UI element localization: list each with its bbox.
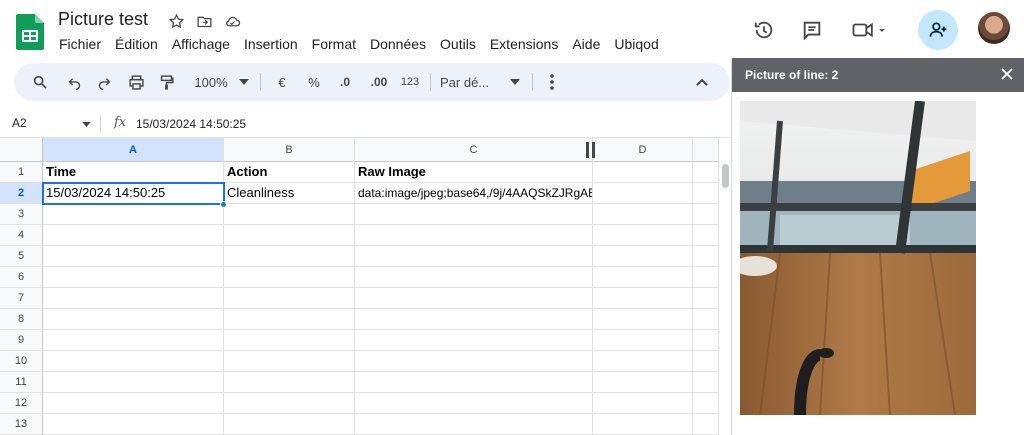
row-header[interactable]: 2 xyxy=(0,183,43,204)
header-actions xyxy=(734,10,1024,50)
panel-header: Picture of line: 2 xyxy=(732,58,1024,92)
row-header[interactable]: 7 xyxy=(0,288,43,309)
cloud-status-icon[interactable] xyxy=(222,11,242,31)
menu-extensions[interactable]: Extensions xyxy=(483,36,565,52)
zoom-select[interactable]: 100% xyxy=(188,63,234,101)
empty-cells-a[interactable] xyxy=(43,204,224,435)
currency-format-button[interactable]: € xyxy=(272,63,292,101)
active-cell-selection xyxy=(42,182,225,205)
menu-bar: Fichier Édition Affichage Insertion Form… xyxy=(52,36,666,52)
picture-side-panel: Picture of line: 2 xyxy=(731,58,1024,435)
row-header[interactable]: 5 xyxy=(0,246,43,267)
cell-b2[interactable]: Cleanliness xyxy=(224,183,355,204)
collapse-menus-icon[interactable] xyxy=(690,63,714,101)
name-box[interactable]: A2 xyxy=(12,116,27,130)
document-title[interactable]: Picture test xyxy=(58,9,148,30)
empty-cells-c[interactable] xyxy=(355,204,593,435)
panel-title: Picture of line: 2 xyxy=(745,68,839,82)
scrollbar-thumb[interactable] xyxy=(722,164,729,188)
cell-c1[interactable]: Raw Image xyxy=(355,162,593,183)
sheets-logo-icon[interactable] xyxy=(16,14,44,50)
cell-b1[interactable]: Action xyxy=(224,162,355,183)
row-header[interactable]: 10 xyxy=(0,351,43,372)
meet-icon[interactable] xyxy=(850,18,890,42)
star-icon[interactable] xyxy=(166,11,186,31)
search-menus-icon[interactable] xyxy=(28,63,52,101)
fill-handle[interactable] xyxy=(220,201,227,208)
comments-icon[interactable] xyxy=(800,18,824,42)
column-header-b[interactable]: B xyxy=(224,138,355,162)
name-box-caret-icon[interactable] xyxy=(82,120,91,129)
font-select[interactable]: Par dé... xyxy=(440,63,502,101)
row-header[interactable]: 3 xyxy=(0,204,43,225)
vertical-scrollbar[interactable] xyxy=(718,138,730,435)
column-header-c[interactable]: C xyxy=(355,138,593,162)
formula-input[interactable]: 15/03/2024 14:50:25 xyxy=(136,117,246,131)
title-actions xyxy=(166,11,242,31)
menu-tools[interactable]: Outils xyxy=(433,36,483,52)
row-header[interactable]: 6 xyxy=(0,267,43,288)
formula-bar: A2 fx 15/03/2024 14:50:25 xyxy=(0,110,730,138)
account-avatar[interactable] xyxy=(978,12,1010,44)
row-header[interactable]: 9 xyxy=(0,330,43,351)
empty-cells-e[interactable] xyxy=(693,162,718,435)
cell-c2[interactable]: data:image/jpeg;base64,/9j/4AAQSkZJRgABA… xyxy=(355,183,593,204)
column-header-a[interactable]: A xyxy=(43,138,224,162)
spreadsheet-grid: A B C D 1 2 3 4 5 6 7 8 9 10 11 12 13 Ti… xyxy=(0,138,718,435)
row-header[interactable]: 4 xyxy=(0,225,43,246)
select-all-corner[interactable] xyxy=(0,138,43,162)
toolbar-divider xyxy=(430,73,431,91)
font-caret-icon[interactable] xyxy=(508,63,522,101)
percent-format-button[interactable]: % xyxy=(304,63,324,101)
cell-d1[interactable] xyxy=(593,162,693,183)
row-header[interactable]: 1 xyxy=(0,162,43,183)
close-icon[interactable] xyxy=(999,66,1015,82)
cell-d2[interactable] xyxy=(593,183,693,204)
more-options-icon[interactable] xyxy=(544,63,560,101)
paint-format-icon[interactable] xyxy=(154,63,178,101)
menu-ubiqod[interactable]: Ubiqod xyxy=(607,36,665,52)
zoom-caret-icon[interactable] xyxy=(236,63,252,101)
history-icon[interactable] xyxy=(752,18,776,42)
menu-view[interactable]: Affichage xyxy=(165,36,237,52)
empty-cells-b[interactable] xyxy=(224,204,355,435)
undo-icon[interactable] xyxy=(62,63,86,101)
column-header-d[interactable]: D xyxy=(593,138,693,162)
toolbar-divider xyxy=(260,73,261,91)
menu-edit[interactable]: Édition xyxy=(108,36,165,52)
redo-icon[interactable] xyxy=(92,63,116,101)
person-add-icon xyxy=(929,22,947,37)
row-header[interactable]: 13 xyxy=(0,414,43,435)
toolbar: 100% € % .0 .00 123 Par dé... xyxy=(14,63,730,101)
decrease-decimal-button[interactable]: .0 xyxy=(332,63,358,101)
menu-insert[interactable]: Insertion xyxy=(237,36,305,52)
add-collaborator-button[interactable] xyxy=(918,10,958,50)
cell-a1[interactable]: Time xyxy=(43,162,224,183)
move-folder-icon[interactable] xyxy=(194,11,214,31)
function-icon: fx xyxy=(114,115,127,130)
formula-divider xyxy=(100,115,101,133)
row-header[interactable]: 11 xyxy=(0,372,43,393)
row-header[interactable]: 8 xyxy=(0,309,43,330)
row-picture xyxy=(740,101,976,415)
column-header-e[interactable] xyxy=(693,138,718,162)
toolbar-divider xyxy=(532,73,533,91)
menu-file[interactable]: Fichier xyxy=(52,36,108,52)
print-icon[interactable] xyxy=(124,63,148,101)
menu-data[interactable]: Données xyxy=(363,36,433,52)
sheets-app: Picture test Fichier Édition Affichage I… xyxy=(0,0,1024,435)
menu-format[interactable]: Format xyxy=(305,36,363,52)
menu-help[interactable]: Aide xyxy=(565,36,607,52)
row-header[interactable]: 12 xyxy=(0,393,43,414)
empty-cells-d[interactable] xyxy=(593,204,693,435)
increase-decimal-button[interactable]: .00 xyxy=(364,63,394,101)
column-resize-handle[interactable] xyxy=(586,142,596,158)
number-format-button[interactable]: 123 xyxy=(398,63,422,101)
